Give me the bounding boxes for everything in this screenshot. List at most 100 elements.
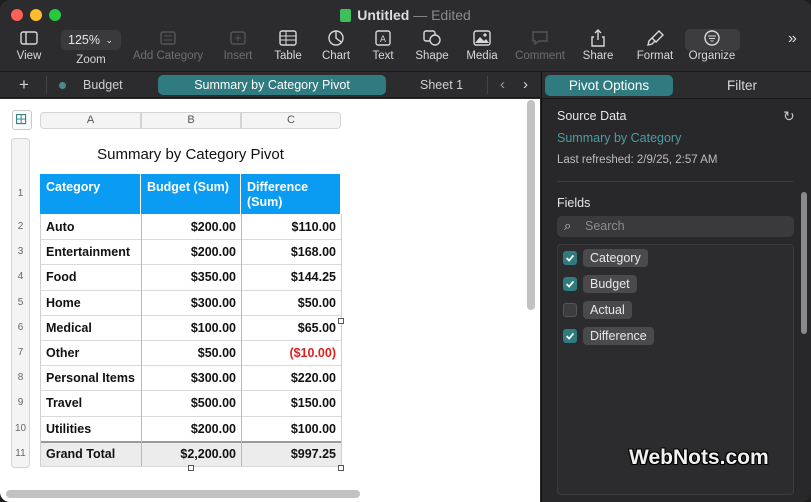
row-number[interactable]: 5 — [11, 297, 30, 308]
field-item-difference[interactable]: Difference — [563, 326, 654, 346]
cell-category[interactable]: Medical — [46, 321, 92, 335]
cell-budget[interactable]: $50.00 — [141, 346, 236, 360]
checkbox-checked-icon[interactable] — [563, 329, 577, 343]
resize-handle[interactable] — [338, 465, 344, 471]
row-number[interactable]: 1 — [11, 188, 30, 199]
format-button[interactable]: Format — [634, 29, 676, 69]
more-toolbar-icon[interactable]: » — [788, 30, 797, 48]
horizontal-scrollbar[interactable] — [6, 490, 360, 498]
cell-category[interactable]: Entertainment — [46, 245, 130, 259]
shape-button[interactable]: Shape — [413, 29, 451, 69]
source-data-link[interactable]: Summary by Category — [557, 131, 681, 145]
header-cell-category[interactable]: Category — [46, 180, 100, 194]
row-number[interactable]: 10 — [11, 423, 30, 434]
checkbox-checked-icon[interactable] — [563, 277, 577, 291]
tab-next-icon[interactable]: › — [523, 75, 528, 95]
cell-category[interactable]: Personal Items — [46, 371, 135, 385]
cell-difference[interactable]: $168.00 — [241, 245, 336, 259]
checkbox-unchecked-icon[interactable] — [563, 303, 577, 317]
cell-category[interactable]: Travel — [46, 396, 82, 410]
table-title[interactable]: Summary by Category Pivot — [40, 146, 341, 163]
sidebar-scrollbar[interactable] — [801, 192, 807, 334]
field-item-budget[interactable]: Budget — [563, 274, 637, 294]
organize-button[interactable]: Organize — [687, 29, 737, 69]
tab-prev-icon[interactable]: ‹ — [500, 75, 505, 95]
share-button[interactable]: Share — [581, 29, 615, 69]
watermark: WebNots.com — [629, 446, 769, 469]
cell-budget[interactable]: $350.00 — [141, 270, 236, 284]
cell-budget[interactable]: $100.00 — [141, 321, 236, 335]
cell-difference[interactable]: $144.25 — [241, 270, 336, 284]
column-header-a[interactable]: A — [40, 112, 141, 129]
view-button[interactable]: View — [14, 29, 44, 69]
view-label: View — [16, 50, 42, 62]
cell-category[interactable]: Utilities — [46, 422, 91, 436]
cell-budget[interactable]: $200.00 — [141, 220, 236, 234]
table-button[interactable]: Table — [271, 29, 305, 69]
header-cell-difference[interactable]: Difference (Sum) — [247, 180, 308, 210]
cell-budget[interactable]: $500.00 — [141, 396, 236, 410]
row-number[interactable]: 6 — [11, 322, 30, 333]
add-category-button[interactable]: Add Category — [130, 29, 206, 69]
tab-budget[interactable]: Budget — [83, 75, 123, 95]
vertical-scrollbar[interactable] — [527, 100, 535, 310]
field-item-category[interactable]: Category — [563, 248, 648, 268]
add-category-label: Add Category — [132, 50, 204, 62]
cell-category[interactable]: Grand Total — [46, 447, 115, 461]
tab-summary-pivot[interactable]: Summary by Category Pivot — [158, 75, 386, 95]
refresh-icon[interactable]: ↻ — [783, 108, 795, 125]
tab-filter[interactable]: Filter — [678, 75, 806, 96]
cell-difference[interactable]: $997.25 — [241, 447, 336, 461]
table-handle-icon[interactable] — [12, 110, 32, 130]
resize-handle[interactable] — [338, 318, 344, 324]
media-icon — [473, 30, 491, 46]
cell-difference[interactable]: $100.00 — [241, 422, 336, 436]
cell-category[interactable]: Other — [46, 346, 79, 360]
tab-sheet-1[interactable]: Sheet 1 — [420, 75, 463, 95]
field-label[interactable]: Actual — [583, 301, 632, 319]
cell-budget[interactable]: $200.00 — [141, 422, 236, 436]
insert-button[interactable]: Insert — [219, 29, 257, 69]
comment-button[interactable]: Comment — [512, 29, 568, 69]
row-number[interactable]: 4 — [11, 271, 30, 282]
share-icon — [591, 29, 605, 47]
cell-difference[interactable]: $110.00 — [241, 220, 337, 234]
cell-difference[interactable]: $50.00 — [241, 296, 336, 310]
field-search-input[interactable]: ⌕ Search — [557, 216, 794, 237]
checkbox-checked-icon[interactable] — [563, 251, 577, 265]
row-number[interactable]: 2 — [11, 221, 30, 232]
cell-difference[interactable]: $150.00 — [241, 396, 336, 410]
cell-difference[interactable]: $65.00 — [241, 321, 336, 335]
column-header-c[interactable]: C — [241, 112, 341, 129]
cell-category[interactable]: Auto — [46, 220, 74, 234]
column-header-b[interactable]: B — [141, 112, 241, 129]
chart-button[interactable]: Chart — [319, 29, 353, 69]
cell-budget[interactable]: $300.00 — [141, 371, 236, 385]
row-number[interactable]: 9 — [11, 397, 30, 408]
cell-difference[interactable]: ($10.00) — [241, 346, 336, 360]
row-number[interactable]: 3 — [11, 246, 30, 257]
field-item-actual[interactable]: Actual — [563, 300, 632, 320]
text-button[interactable]: A Text — [368, 29, 398, 69]
header-cell-budget[interactable]: Budget (Sum) — [147, 180, 229, 194]
add-sheet-button[interactable]: + — [19, 75, 29, 95]
cell-budget[interactable]: $200.00 — [141, 245, 236, 259]
cell-category[interactable]: Home — [46, 296, 81, 310]
cell-difference[interactable]: $220.00 — [241, 371, 336, 385]
row-number[interactable]: 8 — [11, 372, 30, 383]
header-line-2: (Sum) — [247, 195, 283, 209]
media-button[interactable]: Media — [463, 29, 501, 69]
field-label[interactable]: Category — [583, 249, 648, 267]
row-number[interactable]: 11 — [11, 448, 30, 459]
row-number[interactable]: 7 — [11, 347, 30, 358]
row-divider — [40, 264, 341, 266]
resize-handle[interactable] — [188, 465, 194, 471]
cell-category[interactable]: Food — [46, 270, 77, 284]
field-label[interactable]: Budget — [583, 275, 637, 293]
field-label[interactable]: Difference — [583, 327, 654, 345]
tab-pivot-options[interactable]: Pivot Options — [545, 75, 673, 96]
cell-budget[interactable]: $300.00 — [141, 296, 236, 310]
cell-budget[interactable]: $2,200.00 — [141, 447, 236, 461]
zoom-select[interactable]: 125% ⌄ — [61, 30, 121, 50]
divider — [557, 181, 793, 182]
